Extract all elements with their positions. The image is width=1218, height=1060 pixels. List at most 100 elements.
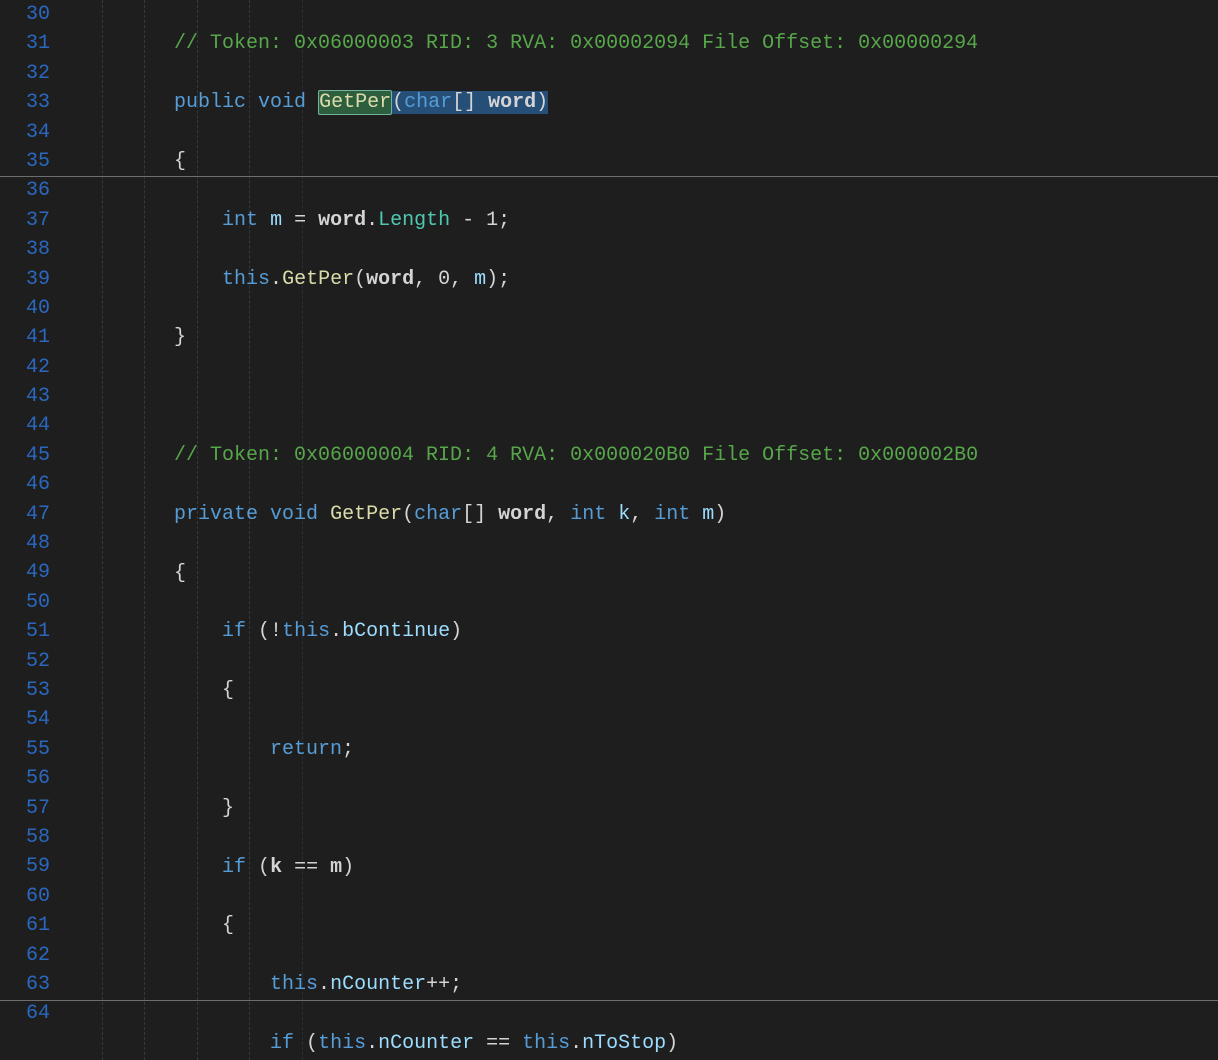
- keyword-this: this: [222, 268, 270, 291]
- line-number: 49: [0, 558, 78, 587]
- field-ntostop: nToStop: [582, 1032, 666, 1055]
- line-number: 59: [0, 852, 78, 881]
- param-word: word: [498, 503, 546, 526]
- line-number: 45: [0, 441, 78, 470]
- field-bcontinue: bContinue: [342, 620, 450, 643]
- paren: ): [450, 620, 462, 643]
- line-number: 47: [0, 500, 78, 529]
- field-ncounter: nCounter: [330, 973, 426, 996]
- brace: {: [222, 679, 234, 702]
- keyword-int: int: [654, 503, 690, 526]
- paren: );: [486, 268, 510, 291]
- op: ==: [474, 1032, 522, 1055]
- keyword-public: public: [174, 91, 246, 114]
- line-number: 62: [0, 941, 78, 970]
- param-m: m: [702, 503, 714, 526]
- brace: }: [174, 326, 186, 349]
- param-k: k: [618, 503, 630, 526]
- keyword-void: void: [258, 91, 306, 114]
- line-number: 48: [0, 529, 78, 558]
- paren: (: [354, 268, 366, 291]
- paren: ): [342, 856, 354, 879]
- method-name: GetPer: [318, 90, 392, 115]
- keyword-this: this: [318, 1032, 366, 1055]
- keyword-if: if: [222, 856, 246, 879]
- keyword-private: private: [174, 503, 258, 526]
- line-number: 46: [0, 470, 78, 499]
- var-k: k: [270, 856, 282, 879]
- line-number: 36: [0, 176, 78, 205]
- param-word: word: [488, 91, 536, 114]
- line-number: 58: [0, 823, 78, 852]
- line-number: 55: [0, 735, 78, 764]
- paren: ): [666, 1032, 678, 1055]
- inc: ++;: [426, 973, 462, 996]
- prop-length: Length: [378, 209, 450, 232]
- line-number: 60: [0, 882, 78, 911]
- brace: {: [174, 150, 186, 173]
- line-number: 37: [0, 206, 78, 235]
- semi: ;: [342, 738, 354, 761]
- line-number: 30: [0, 0, 78, 29]
- line-number: 61: [0, 911, 78, 940]
- comment: // Token: 0x06000004 RID: 4 RVA: 0x00002…: [174, 444, 978, 467]
- comment: // Token: 0x06000003 RID: 3 RVA: 0x00002…: [174, 32, 978, 55]
- line-number: 31: [0, 29, 78, 58]
- op: ==: [282, 856, 330, 879]
- keyword-return: return: [270, 738, 342, 761]
- line-number: 39: [0, 265, 78, 294]
- field-ncounter: nCounter: [378, 1032, 474, 1055]
- keyword-int: int: [570, 503, 606, 526]
- dot: .: [570, 1032, 582, 1055]
- line-number: 35: [0, 147, 78, 176]
- line-number: 63: [0, 970, 78, 999]
- keyword-if: if: [270, 1032, 294, 1055]
- dot: .: [270, 268, 282, 291]
- code-area[interactable]: // Token: 0x06000003 RID: 3 RVA: 0x00002…: [78, 0, 1218, 1060]
- ident-word: word: [366, 268, 414, 291]
- op: =: [282, 209, 318, 232]
- code-editor[interactable]: 3031323334353637383940414243444546474849…: [0, 0, 1218, 1060]
- line-number: 57: [0, 794, 78, 823]
- line-number: 34: [0, 118, 78, 147]
- var-m: m: [330, 856, 342, 879]
- brace: {: [174, 562, 186, 585]
- method-call: GetPer: [282, 268, 354, 291]
- line-number: 42: [0, 353, 78, 382]
- var-m: m: [474, 268, 486, 291]
- keyword-char: char: [414, 503, 462, 526]
- rest: - 1;: [450, 209, 510, 232]
- args: , 0,: [414, 268, 474, 291]
- dot: .: [366, 209, 378, 232]
- brackets: []: [462, 503, 486, 526]
- line-number: 50: [0, 588, 78, 617]
- line-number: 56: [0, 764, 78, 793]
- brackets: []: [452, 91, 476, 114]
- keyword-int: int: [222, 209, 258, 232]
- var-m: m: [270, 209, 282, 232]
- line-number: 43: [0, 382, 78, 411]
- line-number: 38: [0, 235, 78, 264]
- dot: .: [366, 1032, 378, 1055]
- line-number: 54: [0, 705, 78, 734]
- line-number: 52: [0, 647, 78, 676]
- paren: (!: [246, 620, 282, 643]
- paren: (: [294, 1032, 318, 1055]
- keyword-if: if: [222, 620, 246, 643]
- line-number-gutter: 3031323334353637383940414243444546474849…: [0, 0, 78, 1029]
- keyword-this: this: [522, 1032, 570, 1055]
- keyword-this: this: [282, 620, 330, 643]
- line-number: 53: [0, 676, 78, 705]
- keyword-this: this: [270, 973, 318, 996]
- line-number: 41: [0, 323, 78, 352]
- dot: .: [318, 973, 330, 996]
- paren: (: [246, 856, 270, 879]
- line-number: 64: [0, 999, 78, 1028]
- brace: {: [222, 914, 234, 937]
- brace: }: [222, 797, 234, 820]
- keyword-void: void: [270, 503, 318, 526]
- dot: .: [330, 620, 342, 643]
- keyword-char: char: [404, 91, 452, 114]
- method-name: GetPer: [330, 503, 402, 526]
- line-number: 32: [0, 59, 78, 88]
